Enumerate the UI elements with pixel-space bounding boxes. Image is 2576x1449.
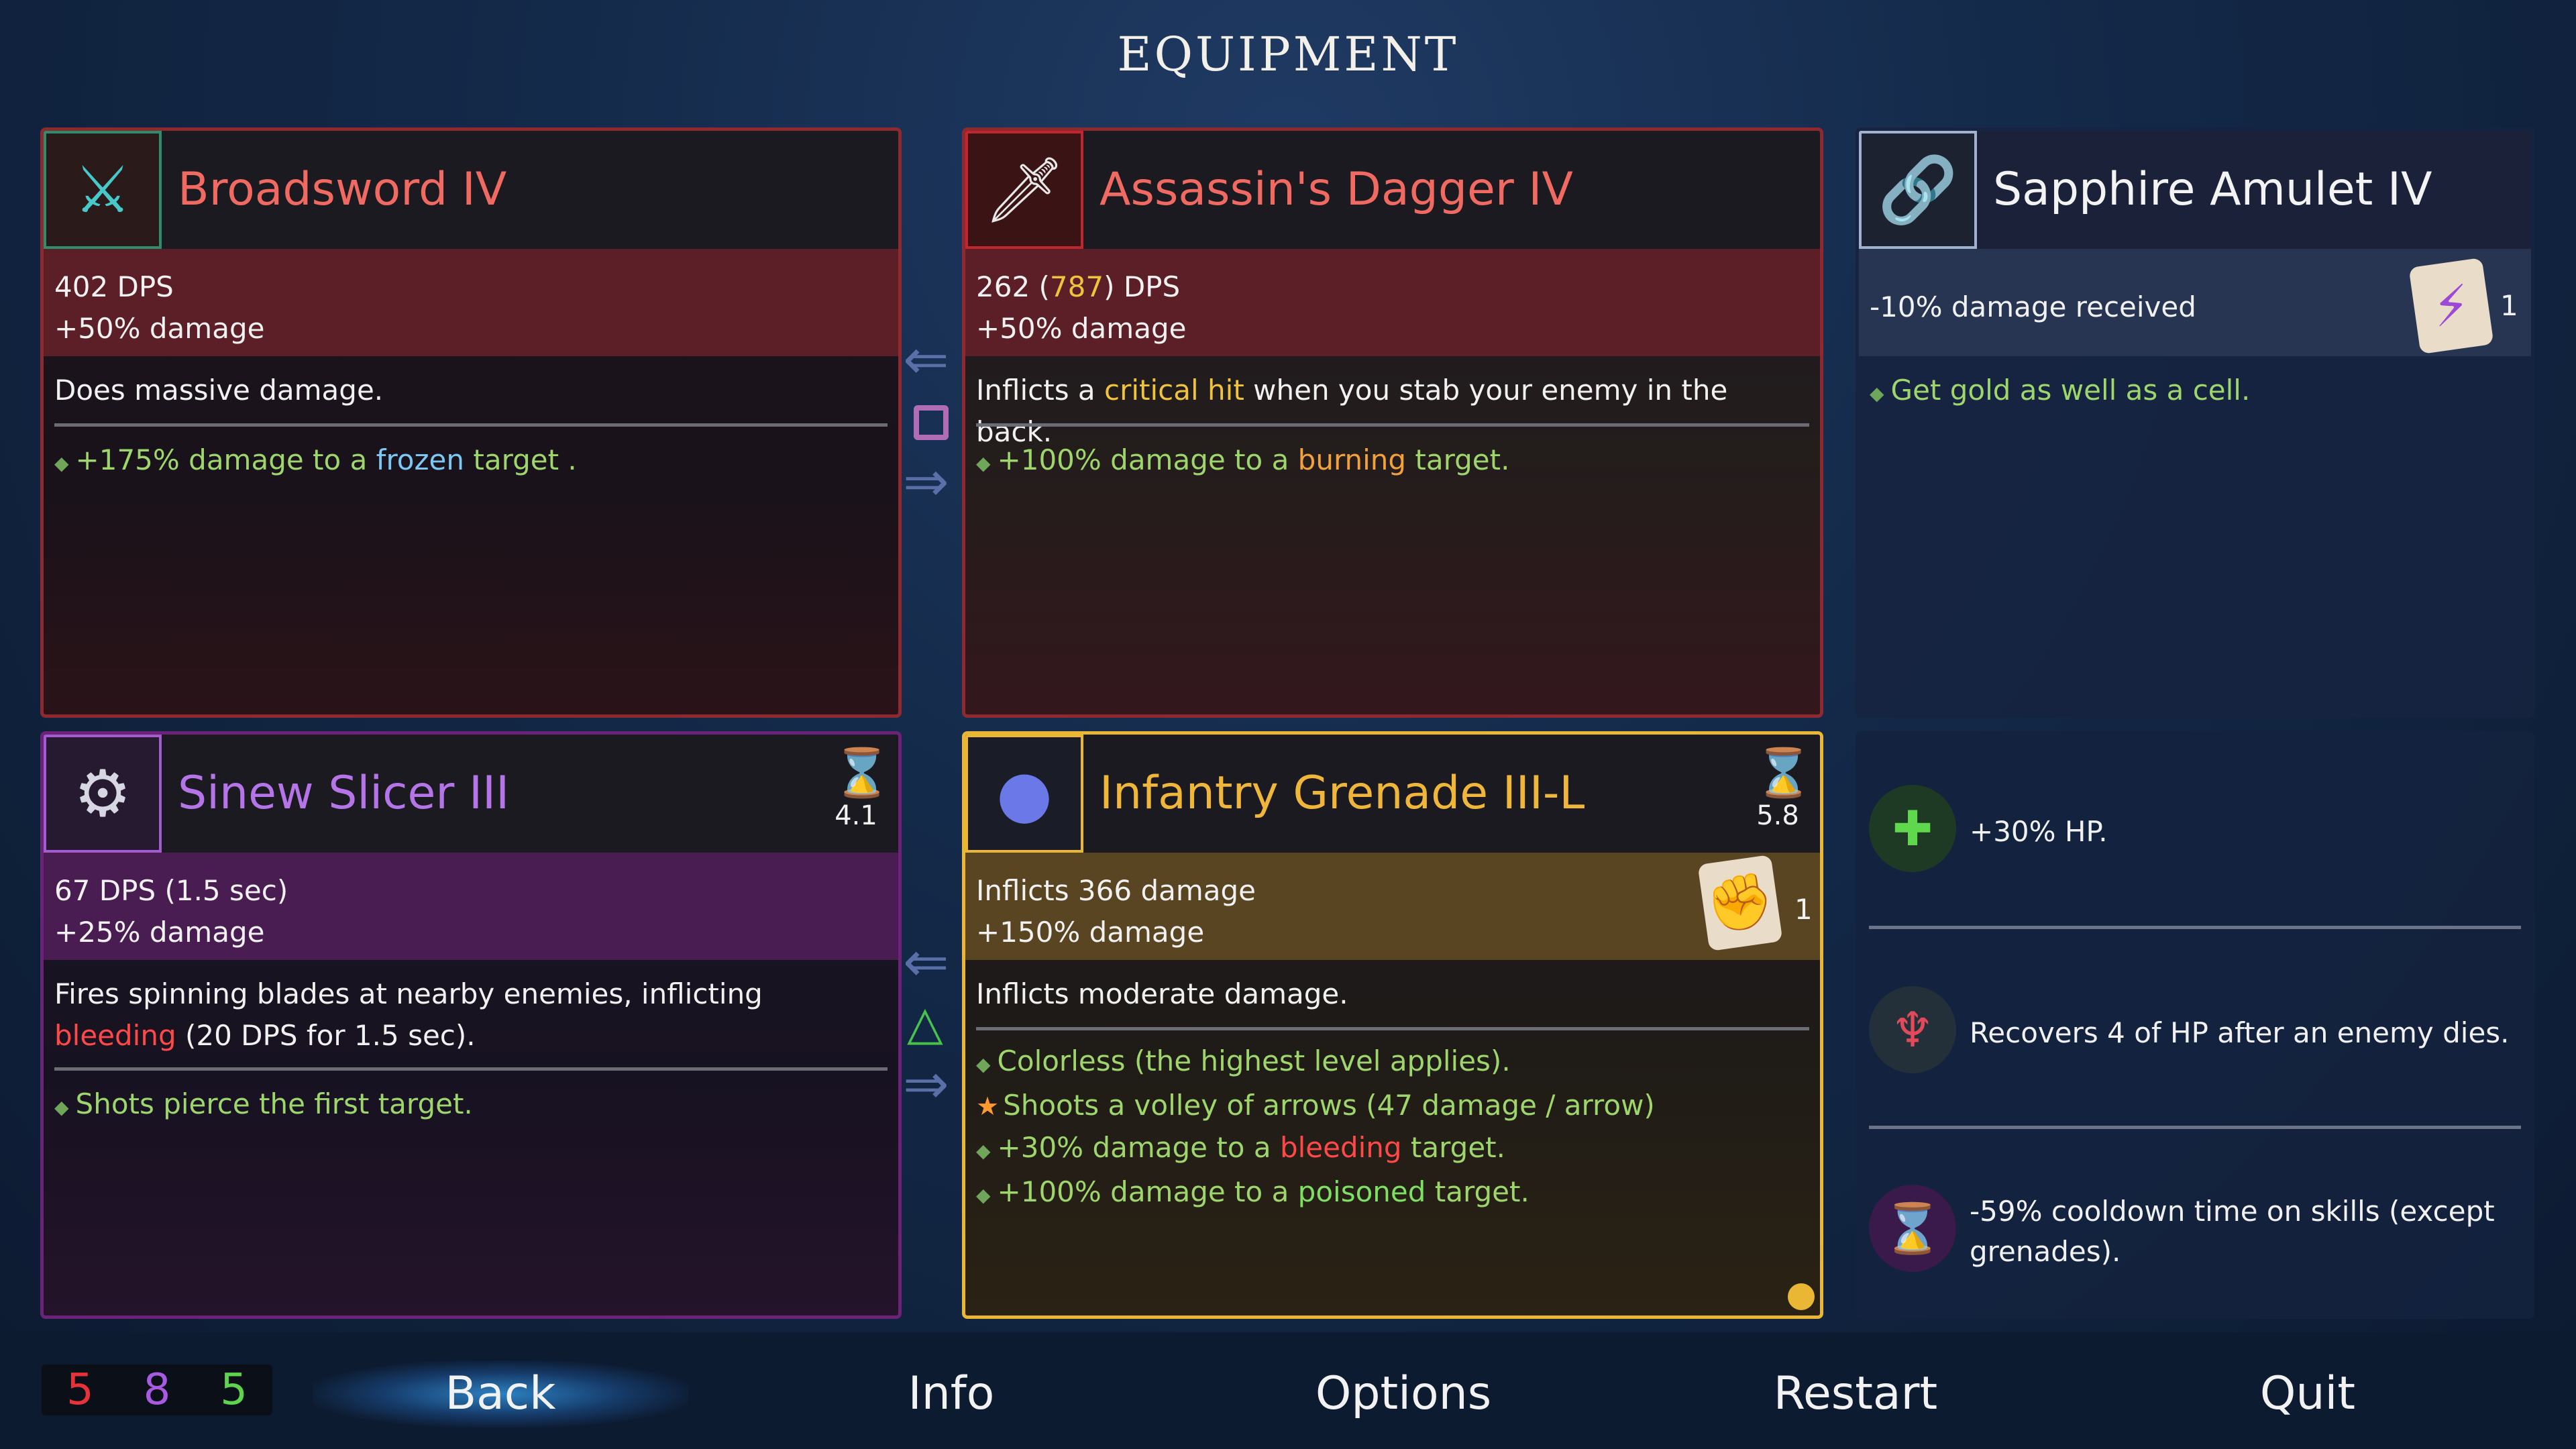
- page-title: EQUIPMENT: [1117, 27, 1459, 82]
- amulet-slot[interactable]: 🔗 Sapphire Amulet IV -10% damage receive…: [1856, 127, 2534, 718]
- skill-slot-grenade[interactable]: ● Infantry Grenade III-L ⌛ 5.8 Inflicts …: [962, 731, 1823, 1319]
- mutation-slot-3[interactable]: ⌛ -59% cooldown time on skills (except g…: [1856, 1134, 2534, 1335]
- divider: [1869, 1126, 2521, 1129]
- grenade-icon: ●: [965, 735, 1083, 853]
- restart-button[interactable]: Restart: [1668, 1360, 2043, 1428]
- bullet-affix: ◆ Get gold as well as a cell.: [1870, 374, 2251, 407]
- mutation-slot-2[interactable]: ♆ Recovers 4 of HP after an enemy dies.: [1856, 932, 2534, 1134]
- divider: [976, 1027, 1809, 1030]
- brutality-count: 5: [66, 1365, 94, 1415]
- item-description: Does massive damage.: [54, 374, 384, 407]
- scroll-count: 1: [2500, 289, 2518, 322]
- scroll-counters: 5 8 5: [42, 1364, 272, 1415]
- mutation-text: -59% cooldown time on skills (except gre…: [1970, 1195, 2495, 1268]
- divider: [54, 423, 888, 427]
- bullet-icon: ◆: [54, 1096, 69, 1118]
- hp-plus-icon: ✚: [1869, 785, 1956, 872]
- item-name: Broadsword IV: [178, 163, 507, 216]
- legendary-corner-ornament: [1788, 1283, 1815, 1310]
- damage-bonus: +25% damage: [54, 916, 265, 949]
- star-icon: ★: [976, 1091, 1000, 1121]
- bullet-affix: ◆ Colorless (the highest level applies).: [976, 1044, 1511, 1077]
- hourglass-icon: ⌛: [1754, 745, 1813, 800]
- bullet-affix: ◆ +100% damage to a burning target.: [976, 443, 1510, 476]
- weapon-slot-dagger[interactable]: 🗡 Assassin's Dagger IV 262 (787) DPS +50…: [962, 127, 1823, 718]
- bullet-icon: ◆: [976, 1184, 991, 1206]
- item-name: Sinew Slicer III: [178, 767, 510, 820]
- divider: [54, 1067, 888, 1071]
- lightning-scroll-icon: ⚡: [2408, 257, 2494, 355]
- dps-value: 67 DPS (1.5 sec): [54, 874, 288, 907]
- mutation-slot-1[interactable]: ✚ +30% HP.: [1856, 731, 2534, 932]
- bullet-icon: ◆: [54, 452, 69, 474]
- dps-value: 402 DPS: [54, 270, 174, 303]
- legendary-affix: ★ Shoots a volley of arrows (47 damage / …: [976, 1089, 1655, 1122]
- swap-right-arrow-icon[interactable]: ⇒: [903, 455, 949, 510]
- amulet-icon: 🔗: [1859, 131, 1977, 249]
- bullet-icon: ◆: [976, 452, 991, 474]
- broadsword-icon: ⚔: [44, 131, 162, 249]
- fist-scroll-icon: ✊: [1697, 854, 1783, 952]
- scroll-count: 1: [1794, 893, 1813, 926]
- bullet-affix: ◆ +100% damage to a poisoned target.: [976, 1175, 1529, 1208]
- swap-left-arrow-icon[interactable]: ⇐: [903, 333, 949, 388]
- survival-count: 5: [220, 1365, 248, 1415]
- sinew-slicer-icon: ⚙: [44, 735, 162, 853]
- mutations-panel: ✚ +30% HP. ♆ Recovers 4 of HP after an e…: [1856, 731, 2534, 1319]
- skill-slot-sinew-slicer[interactable]: ⚙ Sinew Slicer III ⌛ 4.1 67 DPS (1.5 sec…: [40, 731, 902, 1319]
- swap-weapons-button[interactable]: [914, 405, 949, 440]
- item-name: Assassin's Dagger IV: [1099, 163, 1573, 216]
- damage-bonus: +150% damage: [976, 916, 1205, 949]
- cooldown: ⌛ 4.1: [833, 745, 892, 833]
- divider: [976, 423, 1809, 427]
- dps-value: 262 (787) DPS: [976, 270, 1181, 303]
- damage-bonus: +50% damage: [976, 312, 1187, 345]
- mutation-text: +30% HP.: [1970, 815, 2108, 848]
- swap-right-arrow-icon[interactable]: ⇒: [903, 1057, 949, 1112]
- hourglass-icon: ⌛: [833, 745, 892, 800]
- damage-value: Inflicts 366 damage: [976, 874, 1256, 907]
- damage-bonus: +50% damage: [54, 312, 265, 345]
- bullet-icon: ◆: [976, 1140, 991, 1162]
- weapon-slot-broadsword[interactable]: ⚔ Broadsword IV 402 DPS +50% damage Does…: [40, 127, 902, 718]
- bullet-icon: ◆: [1870, 382, 1884, 405]
- item-name: Infantry Grenade III-L: [1099, 767, 1585, 820]
- cooldown-value: 4.1: [835, 800, 877, 831]
- bullet-icon: ◆: [976, 1053, 991, 1075]
- bullet-affix: ◆ Shots pierce the first target.: [54, 1087, 473, 1120]
- item-name: Sapphire Amulet IV: [1993, 163, 2432, 216]
- bullet-affix: ◆ +175% damage to a frozen target .: [54, 443, 577, 476]
- swap-skills-button[interactable]: △: [907, 1000, 943, 1046]
- options-button[interactable]: Options: [1216, 1360, 1591, 1428]
- cooldown-hourglass-icon: ⌛: [1869, 1185, 1956, 1272]
- bullet-affix: ◆ +30% damage to a bleeding target.: [976, 1131, 1505, 1164]
- back-button[interactable]: Back: [313, 1360, 688, 1428]
- cooldown-value: 5.8: [1756, 800, 1799, 831]
- info-button[interactable]: Info: [763, 1360, 1139, 1428]
- vampire-fangs-icon: ♆: [1869, 986, 1956, 1073]
- quit-button[interactable]: Quit: [2120, 1360, 2496, 1428]
- tactics-count: 8: [143, 1365, 171, 1415]
- item-description: Fires spinning blades at nearby enemies,…: [54, 977, 763, 1052]
- cooldown: ⌛ 5.8: [1754, 745, 1813, 833]
- divider: [1869, 926, 2521, 929]
- swap-left-arrow-icon[interactable]: ⇐: [903, 935, 949, 990]
- mutation-text: Recovers 4 of HP after an enemy dies.: [1970, 1016, 2510, 1049]
- item-description: Inflicts moderate damage.: [976, 977, 1348, 1010]
- dagger-icon: 🗡: [965, 131, 1083, 249]
